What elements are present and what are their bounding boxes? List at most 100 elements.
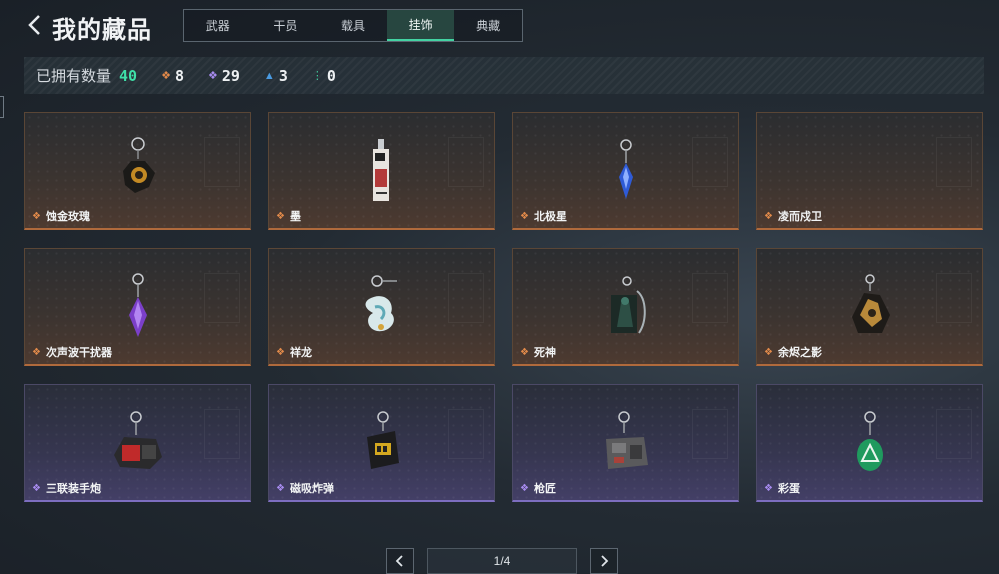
- item-name-row: ❖ 凌而戍卫: [764, 208, 822, 224]
- item-name: 次声波干扰器: [45, 347, 112, 359]
- card-decoration: [692, 137, 728, 187]
- green-dots-icon: ⋮: [311, 70, 323, 82]
- item-card[interactable]: ❖ 凌而戍卫: [756, 112, 983, 230]
- item-card[interactable]: ❖ 蚀金玫瑰: [24, 112, 251, 230]
- item-name-row: ❖ 枪匠: [520, 480, 556, 496]
- gunsmith-charm-icon: [605, 411, 648, 469]
- green-rarity-stat: ⋮ 0: [312, 67, 336, 85]
- prev-page-button[interactable]: [386, 548, 414, 574]
- rarity-icon: ❖: [764, 210, 773, 222]
- card-decoration: [204, 137, 240, 187]
- tab-collection[interactable]: 典藏: [454, 10, 522, 41]
- rarity-icon: ❖: [32, 210, 41, 222]
- blue-rarity-count: 3: [278, 66, 288, 85]
- ink-charm-icon: [372, 139, 389, 201]
- blue-chevron-icon: ▲: [263, 69, 275, 82]
- card-decoration: [448, 273, 484, 323]
- ownership-stats-bar: 已拥有数量 40 ❖ 8 ❖ 29 ▲ 3 ⋮ 0: [24, 57, 984, 94]
- item-name: 枪匠: [533, 483, 556, 495]
- card-decoration: [204, 273, 240, 323]
- card-decoration: [204, 409, 240, 459]
- item-name: 磁吸炸弹: [289, 483, 334, 495]
- item-name: 余烬之影: [777, 347, 822, 359]
- tab-charms[interactable]: 挂饰: [386, 10, 455, 41]
- rarity-icon: ❖: [764, 482, 773, 494]
- rarity-icon: ❖: [520, 210, 529, 222]
- purple-diamond-icon: ❖: [207, 70, 218, 82]
- item-card[interactable]: ❖ 祥龙: [268, 248, 495, 366]
- item-name-row: ❖ 死神: [520, 344, 556, 360]
- item-name-row: ❖ 北极星: [520, 208, 567, 224]
- dragon-charm-icon: [365, 275, 397, 332]
- next-page-button[interactable]: [590, 548, 618, 574]
- rarity-icon: ❖: [276, 346, 285, 358]
- orange-rarity-count: 8: [174, 66, 184, 85]
- reaper-charm-icon: [610, 276, 646, 334]
- category-tabs: 武器 干员 载具 挂饰 典藏: [183, 9, 523, 42]
- item-card[interactable]: ❖ 枪匠: [512, 384, 739, 502]
- side-edge-marker: [0, 96, 4, 118]
- tab-weapons[interactable]: 武器: [184, 10, 252, 41]
- item-card[interactable]: ❖ 北极星: [512, 112, 739, 230]
- rarity-icon: ❖: [520, 482, 529, 494]
- item-card[interactable]: ❖ 墨: [268, 112, 495, 230]
- chevron-left-icon: [395, 555, 403, 567]
- page-title: 我的藏品: [52, 17, 152, 44]
- chevron-right-icon: [601, 555, 609, 567]
- owned-count-total: 40: [119, 66, 138, 85]
- item-name-row: ❖ 蚀金玫瑰: [32, 208, 90, 224]
- star-charm-icon: [618, 139, 633, 199]
- top-bar: 我的藏品 武器 干员 载具 挂饰 典藏: [0, 0, 999, 52]
- item-name: 北极星: [533, 211, 567, 223]
- item-card[interactable]: ❖ 次声波干扰器: [24, 248, 251, 366]
- item-name: 死神: [533, 347, 556, 359]
- item-name-row: ❖ 磁吸炸弹: [276, 480, 334, 496]
- rarity-icon: ❖: [276, 210, 285, 222]
- item-name-row: ❖ 墨: [276, 208, 301, 224]
- item-name-row: ❖ 余烬之影: [764, 344, 822, 360]
- item-card[interactable]: ❖ 余烬之影: [756, 248, 983, 366]
- rarity-icon: ❖: [764, 346, 773, 358]
- item-name: 蚀金玫瑰: [45, 211, 90, 223]
- ember-charm-icon: [851, 274, 890, 333]
- rose-charm-icon: [122, 137, 155, 193]
- item-name-row: ❖ 三联装手炮: [32, 480, 101, 496]
- card-decoration: [936, 137, 972, 187]
- egg-charm-icon: [856, 411, 883, 471]
- owned-count-label: 已拥有数量: [36, 68, 112, 85]
- item-card[interactable]: ❖ 三联装手炮: [24, 384, 251, 502]
- rarity-icon: ❖: [276, 482, 285, 494]
- item-name-row: ❖ 次声波干扰器: [32, 344, 112, 360]
- purple-rarity-count: 29: [221, 66, 240, 85]
- crystal-charm-icon: [128, 273, 147, 337]
- purple-rarity-stat: ❖ 29: [208, 67, 240, 85]
- card-decoration: [936, 409, 972, 459]
- item-name: 凌而戍卫: [777, 211, 822, 223]
- pagination: 1/4: [386, 548, 618, 574]
- tab-operators[interactable]: 干员: [252, 10, 320, 41]
- rarity-icon: ❖: [520, 346, 529, 358]
- item-name-row: ❖ 彩蛋: [764, 480, 800, 496]
- card-decoration: [448, 137, 484, 187]
- card-decoration: [692, 273, 728, 323]
- green-rarity-count: 0: [326, 66, 336, 85]
- orange-diamond-icon: ❖: [161, 70, 171, 82]
- item-name: 墨: [289, 211, 301, 223]
- item-name: 祥龙: [289, 347, 312, 359]
- rarity-icon: ❖: [32, 346, 41, 358]
- page-indicator: 1/4: [427, 548, 577, 574]
- item-card[interactable]: ❖ 彩蛋: [756, 384, 983, 502]
- rarity-icon: ❖: [32, 482, 41, 494]
- item-card[interactable]: ❖ 死神: [512, 248, 739, 366]
- bomb-charm-icon: [366, 411, 399, 469]
- card-decoration: [448, 409, 484, 459]
- item-name-row: ❖ 祥龙: [276, 344, 312, 360]
- cannon-charm-icon: [113, 411, 162, 469]
- item-name: 三联装手炮: [45, 483, 101, 495]
- item-card[interactable]: ❖ 磁吸炸弹: [268, 384, 495, 502]
- item-name: 彩蛋: [777, 483, 800, 495]
- back-button[interactable]: [24, 12, 46, 38]
- tab-vehicles[interactable]: 载具: [319, 10, 387, 41]
- chevron-left-icon: [28, 15, 40, 35]
- blue-rarity-stat: ▲ 3: [264, 67, 288, 85]
